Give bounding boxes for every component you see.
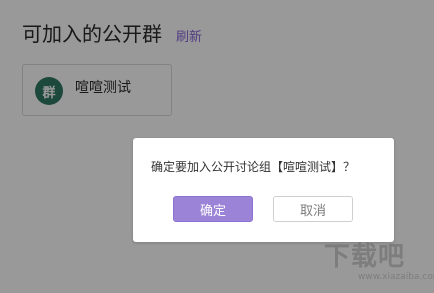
confirm-join-dialog: 确定要加入公开讨论组【喧喧测试】？ 确定 取消 xyxy=(133,138,394,242)
dialog-message: 确定要加入公开讨论组【喧喧测试】？ xyxy=(151,160,356,174)
confirm-button[interactable]: 确定 xyxy=(173,196,253,222)
cancel-button[interactable]: 取消 xyxy=(273,196,353,222)
